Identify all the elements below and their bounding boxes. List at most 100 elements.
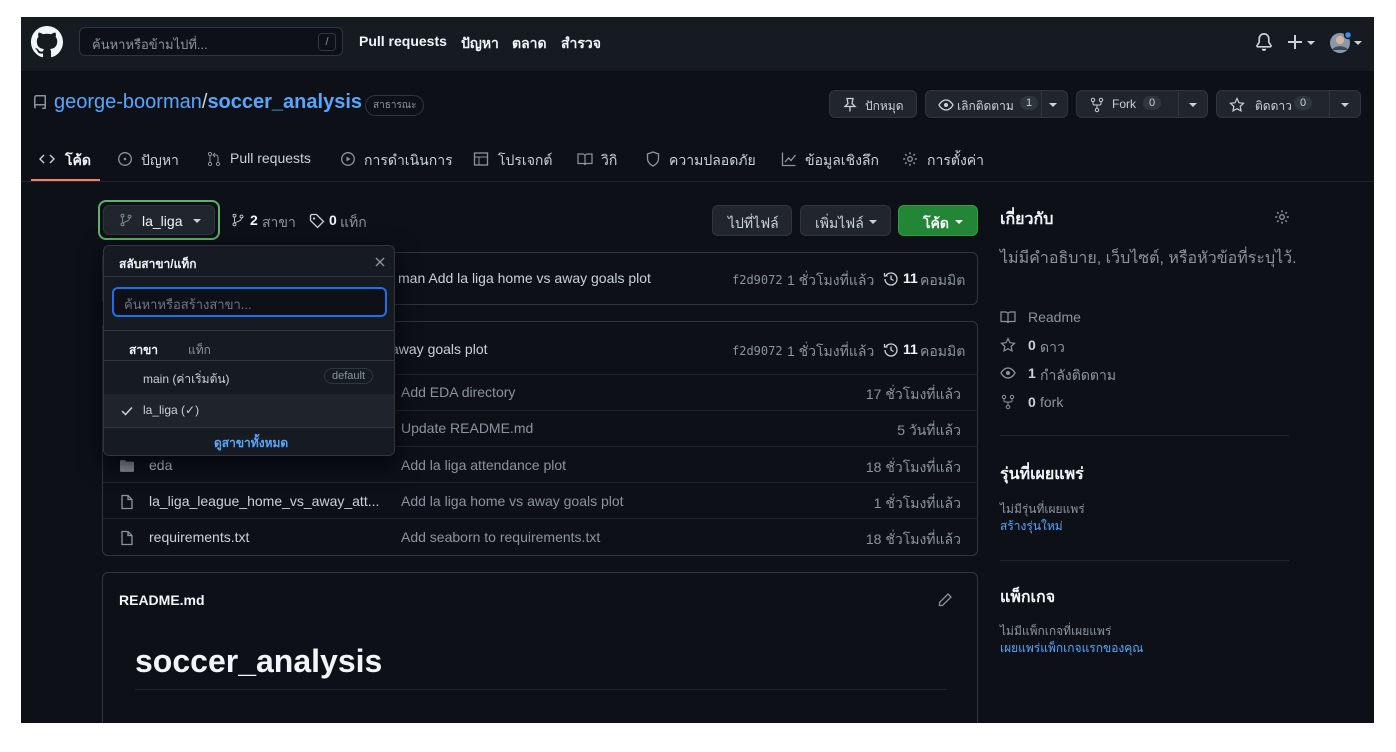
row-time: 1 ชั่วโมงที่แล้ว <box>873 495 961 511</box>
tab-label: Pull requests <box>230 150 311 166</box>
chevron-down-icon[interactable] <box>1048 101 1058 109</box>
branch-icon <box>231 213 245 227</box>
commit-time: 1 ชั่วโมงที่แล้ว <box>787 343 875 359</box>
branch-select-button[interactable]: la_liga <box>103 205 215 235</box>
stars-count: 0 <box>1028 337 1036 353</box>
fork-count: 0 <box>1143 96 1162 110</box>
tab-tags[interactable]: แท็ก <box>188 341 211 360</box>
commit-time: 1 ชั่วโมงที่แล้ว <box>787 272 875 288</box>
tab-label: วิกิ <box>601 152 618 168</box>
row-commit-message[interactable]: Update README.md <box>401 420 533 436</box>
row-file-name[interactable]: la_liga_league_home_vs_away_att... <box>149 493 379 509</box>
chevron-down-icon[interactable] <box>1188 101 1198 109</box>
book-icon <box>577 151 593 167</box>
star-button[interactable]: ติดดาว 0 <box>1216 90 1361 118</box>
fork-button[interactable]: Fork 0 <box>1076 90 1208 118</box>
code-button-label: โค้ด <box>923 215 949 231</box>
create-release-link[interactable]: สร้างรุ่นใหม่ <box>1000 517 1063 536</box>
sidebar-divider <box>1000 435 1289 436</box>
commits-label[interactable]: คอมมิต <box>920 341 965 363</box>
nav-marketplace[interactable]: ตลาด <box>512 33 547 55</box>
add-file-button[interactable]: เพิ่มไฟล์ <box>800 205 891 236</box>
releases-title[interactable]: รุ่นที่เผยแพร่ <box>1000 462 1084 487</box>
chevron-down-icon[interactable] <box>1340 101 1350 109</box>
row-time: 17 ชั่วโมงที่แล้ว <box>865 386 961 402</box>
tab-label: การดำเนินการ <box>364 152 453 168</box>
stars-label: ดาว <box>1040 339 1065 355</box>
watch-count: 1 <box>1020 96 1039 110</box>
visibility-badge: สาธารณะ <box>365 95 425 116</box>
chevron-down-icon <box>955 219 963 225</box>
gear-icon <box>902 151 918 167</box>
row-commit-message[interactable]: Add seaborn to requirements.txt <box>401 529 600 545</box>
repo-name-link[interactable]: soccer_analysis <box>207 91 362 113</box>
branch-option-la-liga[interactable]: la_liga (✓) <box>104 394 394 427</box>
gear-icon[interactable] <box>1274 209 1290 225</box>
readme-filename[interactable]: README.md <box>119 592 205 608</box>
file-icon <box>119 494 135 510</box>
row-commit-message[interactable]: Add EDA directory <box>401 384 515 400</box>
nav-issues[interactable]: ปัญหา <box>461 33 499 55</box>
go-to-file-label: ไปที่ไฟล์ <box>728 215 779 231</box>
bell-icon[interactable] <box>1255 33 1273 51</box>
row-file-name[interactable]: requirements.txt <box>149 529 249 545</box>
file-icon <box>119 530 135 546</box>
branch-filter-input[interactable]: ค้นหาหรือสร้างสาขา... <box>112 287 387 317</box>
close-icon[interactable] <box>374 256 386 268</box>
commit-hash[interactable]: f2d9072 <box>732 344 783 358</box>
watching-count: 1 <box>1028 365 1036 381</box>
branches-count: 2 <box>250 212 258 228</box>
tab-label: โปรเจกต์ <box>498 152 553 168</box>
tab-label: ความปลอดภัย <box>669 152 756 168</box>
create-new-dropdown[interactable] <box>1287 31 1319 53</box>
tab-label: การตั้งค่า <box>927 152 985 168</box>
code-button[interactable]: โค้ด <box>898 205 978 236</box>
publish-package-link[interactable]: เผยแพร่แพ็กเกจแรกของคุณ <box>1000 639 1143 658</box>
github-logo-icon[interactable] <box>31 26 63 58</box>
pin-label: ปักหมุด <box>865 99 904 113</box>
row-commit-message[interactable]: Add la liga attendance plot <box>401 457 566 473</box>
repo-owner-link[interactable]: george-boorman <box>54 91 202 113</box>
nav-pull-requests[interactable]: Pull requests <box>359 33 447 49</box>
commits-count[interactable]: 11 <box>903 341 918 357</box>
row-time: 18 ชั่วโมงที่แล้ว <box>865 531 961 547</box>
check-icon <box>120 404 134 418</box>
about-description: ไม่มีคำอธิบาย, เว็บไซต์, หรือหัวข้อที่ระ… <box>1000 250 1297 267</box>
dropdown-title: สลับสาขา/แท็ก <box>119 257 197 271</box>
nav-explore[interactable]: สำรวจ <box>561 33 601 55</box>
branch-commit-message[interactable]: away goals plot <box>391 341 488 357</box>
global-header: ค้นหาหรือข้ามไปที่... / Pull requests ปั… <box>21 17 1374 71</box>
branch-option-label: main (ค่าเริ่มต้น) <box>143 372 230 386</box>
commits-count[interactable]: 11 <box>903 270 918 286</box>
play-icon <box>340 151 356 167</box>
chevron-down-icon <box>869 219 877 225</box>
code-icon <box>39 151 55 167</box>
chevron-down-icon <box>193 218 201 224</box>
tab-branches[interactable]: สาขา <box>129 341 158 360</box>
row-commit-message[interactable]: Add la liga home vs away goals plot <box>401 493 624 509</box>
browser-viewport: ค้นหาหรือข้ามไปที่... / Pull requests ปั… <box>21 17 1374 723</box>
book-icon <box>1000 309 1016 325</box>
row-file-name[interactable]: eda <box>149 457 172 473</box>
latest-commit-message[interactable]: man Add la liga home vs away goals plot <box>398 270 651 286</box>
packages-title[interactable]: แพ็กเกจ <box>1000 585 1055 610</box>
avatar[interactable] <box>1329 31 1363 55</box>
table-icon <box>473 151 489 167</box>
commits-label[interactable]: คอมมิต <box>920 270 965 292</box>
readme-box: README.md soccer_analysis <box>102 572 978 723</box>
commit-hash[interactable]: f2d9072 <box>732 273 783 287</box>
view-all-branches-link[interactable]: ดูสาขาทั้งหมด <box>214 434 288 453</box>
star-count: 0 <box>1294 96 1313 110</box>
repo-icon <box>32 95 48 111</box>
sidebar-divider <box>1000 560 1289 561</box>
unwatch-button[interactable]: เลิกติดตาม 1 <box>925 90 1068 118</box>
search-input[interactable]: ค้นหาหรือข้ามไปที่... / <box>79 27 343 56</box>
go-to-file-button[interactable]: ไปที่ไฟล์ <box>712 205 792 236</box>
watching-label: กำลังติดตาม <box>1040 367 1117 383</box>
branch-option-main[interactable]: main (ค่าเริ่มต้น) default <box>104 361 394 394</box>
branch-option-label: la_liga (✓) <box>143 403 200 417</box>
forks-label: fork <box>1040 394 1064 410</box>
fork-icon <box>1089 97 1105 113</box>
pencil-icon[interactable] <box>937 592 953 608</box>
pin-button[interactable]: ปักหมุด <box>829 90 917 118</box>
